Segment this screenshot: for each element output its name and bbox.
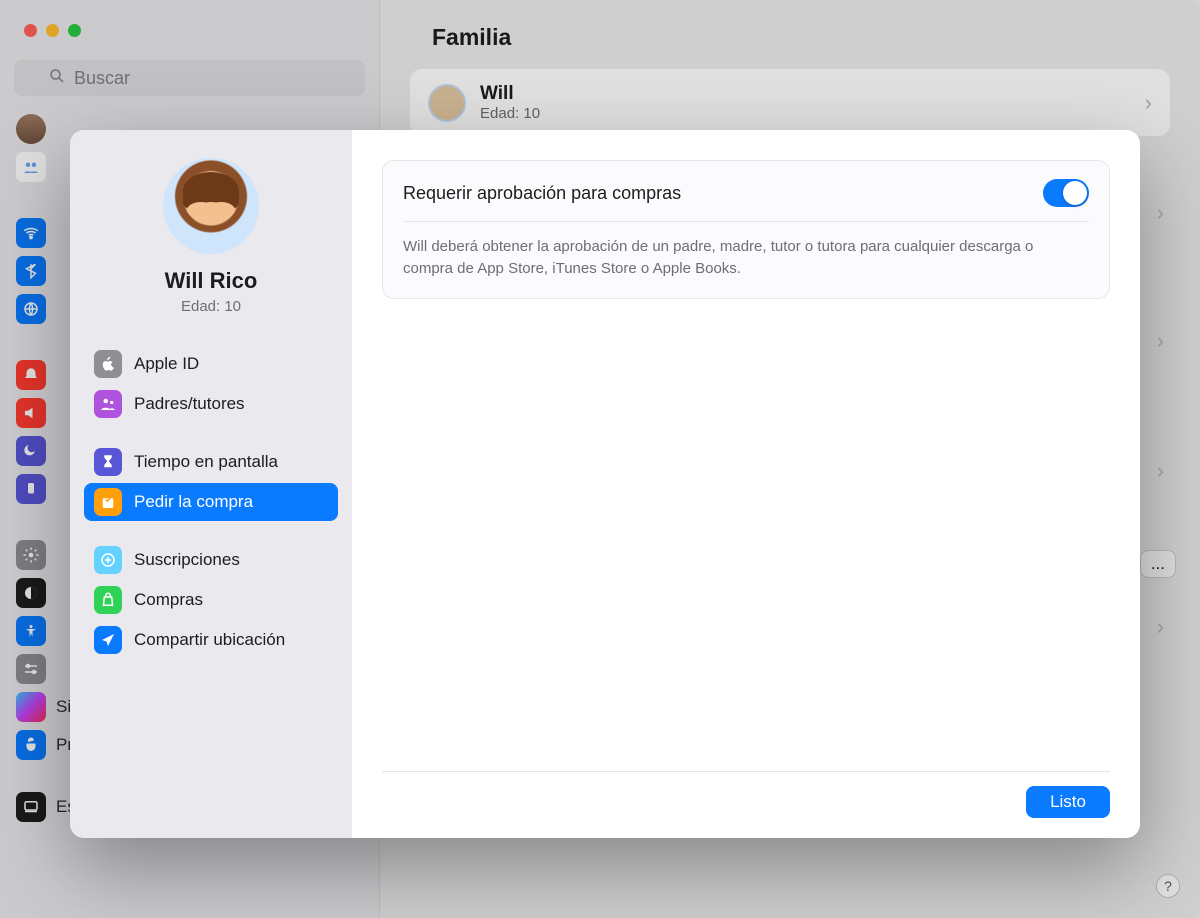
sheet-profile: Will Rico Edad: 10: [84, 158, 338, 315]
menu-ask-to-buy[interactable]: Pedir la compra: [84, 483, 338, 521]
menu-label: Compras: [134, 590, 203, 610]
profile-name: Will Rico: [165, 268, 258, 294]
menu-label: Compartir ubicación: [134, 630, 285, 650]
sheet-menu: Apple ID Padres/tutores Tiempo en pantal…: [84, 345, 338, 659]
bag-icon: [94, 586, 122, 614]
menu-label: Padres/tutores: [134, 394, 245, 414]
approval-panel: Requerir aprobación para compras Will de…: [382, 160, 1110, 299]
people-icon: [94, 390, 122, 418]
menu-apple-id[interactable]: Apple ID: [84, 345, 338, 383]
menu-screentime[interactable]: Tiempo en pantalla: [84, 443, 338, 481]
approval-toggle-row: Requerir aprobación para compras: [403, 179, 1089, 222]
sheet-content: Requerir aprobación para compras Will de…: [352, 130, 1140, 838]
checkmark-bag-icon: [94, 488, 122, 516]
menu-label: Pedir la compra: [134, 492, 253, 512]
menu-share-location[interactable]: Compartir ubicación: [84, 621, 338, 659]
hourglass-icon: [94, 448, 122, 476]
menu-purchases[interactable]: Compras: [84, 581, 338, 619]
menu-label: Tiempo en pantalla: [134, 452, 278, 472]
profile-age: Edad: 10: [181, 298, 241, 315]
panel-title: Requerir aprobación para compras: [403, 183, 681, 204]
plus-circle-icon: [94, 546, 122, 574]
location-arrow-icon: [94, 626, 122, 654]
menu-parents[interactable]: Padres/tutores: [84, 385, 338, 423]
menu-label: Suscripciones: [134, 550, 240, 570]
done-button[interactable]: Listo: [1026, 786, 1110, 818]
approval-toggle[interactable]: [1043, 179, 1089, 207]
menu-subscriptions[interactable]: Suscripciones: [84, 541, 338, 579]
family-member-sheet: Will Rico Edad: 10 Apple ID Padres/tutor…: [70, 130, 1140, 838]
menu-label: Apple ID: [134, 354, 199, 374]
panel-description: Will deberá obtener la aprobación de un …: [403, 222, 1063, 280]
sheet-footer: Listo: [382, 771, 1110, 818]
memoji-avatar: [163, 158, 259, 254]
sheet-sidebar: Will Rico Edad: 10 Apple ID Padres/tutor…: [70, 130, 352, 838]
apple-logo-icon: [94, 350, 122, 378]
toggle-knob: [1063, 181, 1087, 205]
